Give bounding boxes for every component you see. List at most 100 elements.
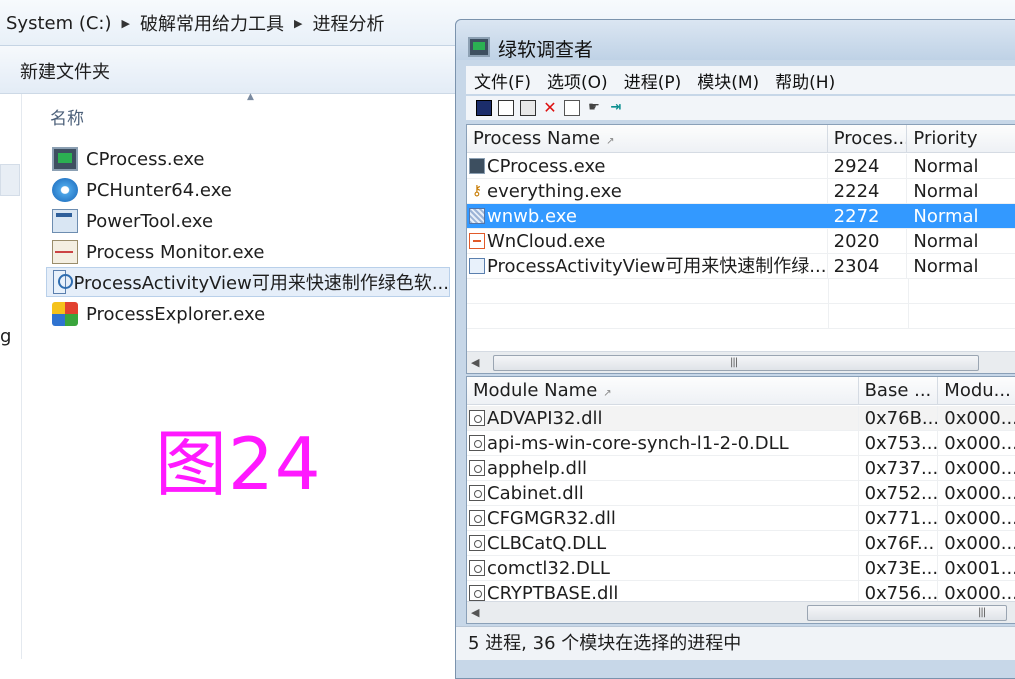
menu-process[interactable]: 进程(P) — [616, 68, 690, 93]
process-list-header: Process Name ↗ Proces... Priority — [467, 125, 1015, 153]
cloud-icon — [469, 233, 485, 249]
exit-icon[interactable]: ⇥ — [608, 100, 624, 116]
module-size: 0x000... — [938, 406, 1015, 430]
module-row[interactable]: ADVAPI32.dll 0x76B... 0x000... — [467, 406, 1015, 431]
window-title: 绿软调查者 — [498, 39, 594, 61]
file-name: PowerTool.exe — [86, 210, 214, 232]
title-bar[interactable]: 绿软调查者 — [456, 20, 1015, 61]
save-icon[interactable] — [476, 100, 492, 116]
module-size: 0x000... — [938, 431, 1015, 455]
process-row[interactable]: WnCloud.exe 2020 Normal — [467, 229, 1015, 254]
module-size: 0x000... — [938, 456, 1015, 480]
column-header-base-address[interactable]: Base ... — [859, 377, 939, 404]
module-size: 0x001... — [938, 556, 1015, 580]
chevron-right-icon[interactable]: ▶ — [290, 17, 306, 30]
module-base: 0x753... — [859, 431, 939, 455]
horizontal-scrollbar[interactable]: ◀ ||| — [467, 601, 1015, 623]
column-header-process-name[interactable]: Process Name ↗ — [467, 125, 828, 152]
chevron-right-icon[interactable]: ▶ — [118, 17, 134, 30]
nav-pane-selected-item[interactable] — [0, 164, 20, 196]
delete-icon[interactable]: ✕ — [542, 100, 558, 116]
empty-cell — [829, 279, 909, 303]
breadcrumb-item-tools[interactable]: 破解常用给力工具 — [134, 10, 290, 36]
scrollbar-thumb[interactable]: ||| — [807, 605, 1007, 621]
nav-pane-partial-label[interactable]: g — [0, 326, 11, 347]
menu-bar: 文件(F) 选项(O) 进程(P) 模块(M) 帮助(H) — [466, 66, 1015, 94]
status-bar: 5 进程, 36 个模块在选择的进程中 — [456, 626, 1015, 660]
module-row[interactable]: apphelp.dll 0x737... 0x000... — [467, 456, 1015, 481]
properties-icon[interactable] — [520, 100, 536, 116]
breadcrumb-item-drive[interactable]: System (C:) — [0, 13, 118, 34]
new-folder-button[interactable]: 新建文件夹 — [20, 58, 110, 84]
file-item[interactable]: PowerTool.exe — [46, 206, 450, 236]
process-id: 2020 — [828, 229, 908, 253]
empty-row — [467, 279, 1015, 304]
module-base: 0x752... — [859, 481, 939, 505]
dll-file-icon — [469, 460, 485, 476]
menu-help[interactable]: 帮助(H) — [767, 68, 843, 93]
module-row[interactable]: Cabinet.dll 0x752... 0x000... — [467, 481, 1015, 506]
process-priority: Normal — [907, 154, 1015, 178]
scroll-left-icon[interactable]: ◀ — [471, 356, 479, 369]
empty-row — [467, 304, 1015, 329]
process-name: everything.exe — [487, 180, 622, 202]
copy-icon[interactable] — [498, 100, 514, 116]
report-icon[interactable] — [564, 100, 580, 116]
module-base: 0x737... — [859, 456, 939, 480]
dll-file-icon — [469, 535, 485, 551]
process-name-cell: ProcessActivityView可用来快速制作绿... — [467, 254, 828, 278]
file-item[interactable]: PCHunter64.exe — [46, 175, 450, 205]
monitor-icon — [469, 158, 485, 174]
column-label: Module Name — [473, 380, 598, 401]
column-header-priority[interactable]: Priority — [907, 125, 1015, 152]
process-row-selected[interactable]: wnwb.exe 2272 Normal — [467, 204, 1015, 229]
menu-file[interactable]: 文件(F) — [466, 68, 539, 93]
grip-icon: ||| — [978, 607, 986, 618]
file-name: PCHunter64.exe — [86, 179, 232, 201]
file-item[interactable]: Process Monitor.exe — [46, 237, 450, 267]
module-name: comctl32.DLL — [487, 557, 610, 579]
module-row[interactable]: CLBCatQ.DLL 0x76F... 0x000... — [467, 531, 1015, 556]
process-list[interactable]: Process Name ↗ Proces... Priority CProces… — [466, 124, 1015, 374]
horizontal-scrollbar[interactable]: ◀ ||| — [467, 351, 1015, 373]
file-item-selected[interactable]: ProcessActivityView可用来快速制作绿色软... — [46, 267, 450, 297]
column-header-module-name[interactable]: Module Name ↗ — [467, 377, 859, 404]
module-name-cell: ADVAPI32.dll — [467, 406, 859, 430]
module-base: 0x73E... — [859, 556, 939, 580]
file-item[interactable]: CProcess.exe — [46, 144, 450, 174]
pchunter-icon — [52, 178, 78, 202]
process-name: wnwb.exe — [487, 205, 577, 227]
process-row[interactable]: CProcess.exe 2924 Normal — [467, 154, 1015, 179]
menu-options[interactable]: 选项(O) — [539, 68, 616, 93]
process-id: 2272 — [828, 204, 908, 228]
figure-label: 图24 — [155, 422, 322, 506]
process-row[interactable]: ProcessActivityView可用来快速制作绿... 2304 Norm… — [467, 254, 1015, 279]
scrollbar-thumb[interactable]: ||| — [493, 355, 979, 371]
module-row[interactable]: comctl32.DLL 0x73E... 0x001... — [467, 556, 1015, 581]
module-name-cell: comctl32.DLL — [467, 556, 859, 580]
breadcrumb-item-process-analysis[interactable]: 进程分析 — [306, 10, 390, 36]
scroll-left-icon[interactable]: ◀ — [471, 606, 479, 619]
module-name: ADVAPI32.dll — [487, 407, 603, 429]
process-row[interactable]: ⚷ everything.exe 2224 Normal — [467, 179, 1015, 204]
module-row[interactable]: api-ms-win-core-synch-l1-2-0.DLL 0x753..… — [467, 431, 1015, 456]
hand-icon[interactable]: ☛ — [586, 100, 602, 116]
file-name: ProcessExplorer.exe — [86, 303, 266, 325]
module-name: CLBCatQ.DLL — [487, 532, 607, 554]
module-list[interactable]: Module Name ↗ Base ... Modu... ADVAPI32.d… — [466, 376, 1015, 624]
module-list-header: Module Name ↗ Base ... Modu... — [467, 377, 1015, 405]
module-name: CFGMGR32.dll — [487, 507, 616, 529]
menu-module[interactable]: 模块(M) — [689, 68, 767, 93]
module-row[interactable]: CFGMGR32.dll 0x771... 0x000... — [467, 506, 1015, 531]
file-name: CProcess.exe — [86, 148, 205, 170]
sort-icon: ↗ — [606, 136, 615, 147]
process-name-cell: wnwb.exe — [467, 204, 828, 228]
process-monitor-icon — [52, 240, 78, 264]
column-header-name[interactable]: 名称 — [50, 104, 84, 129]
column-header-module-size[interactable]: Modu... — [938, 377, 1015, 404]
file-name: Process Monitor.exe — [86, 241, 265, 263]
wnwb-icon — [469, 208, 485, 224]
file-item[interactable]: ProcessExplorer.exe — [46, 299, 450, 329]
dll-file-icon — [469, 560, 485, 576]
column-header-process-id[interactable]: Proces... — [828, 125, 908, 152]
